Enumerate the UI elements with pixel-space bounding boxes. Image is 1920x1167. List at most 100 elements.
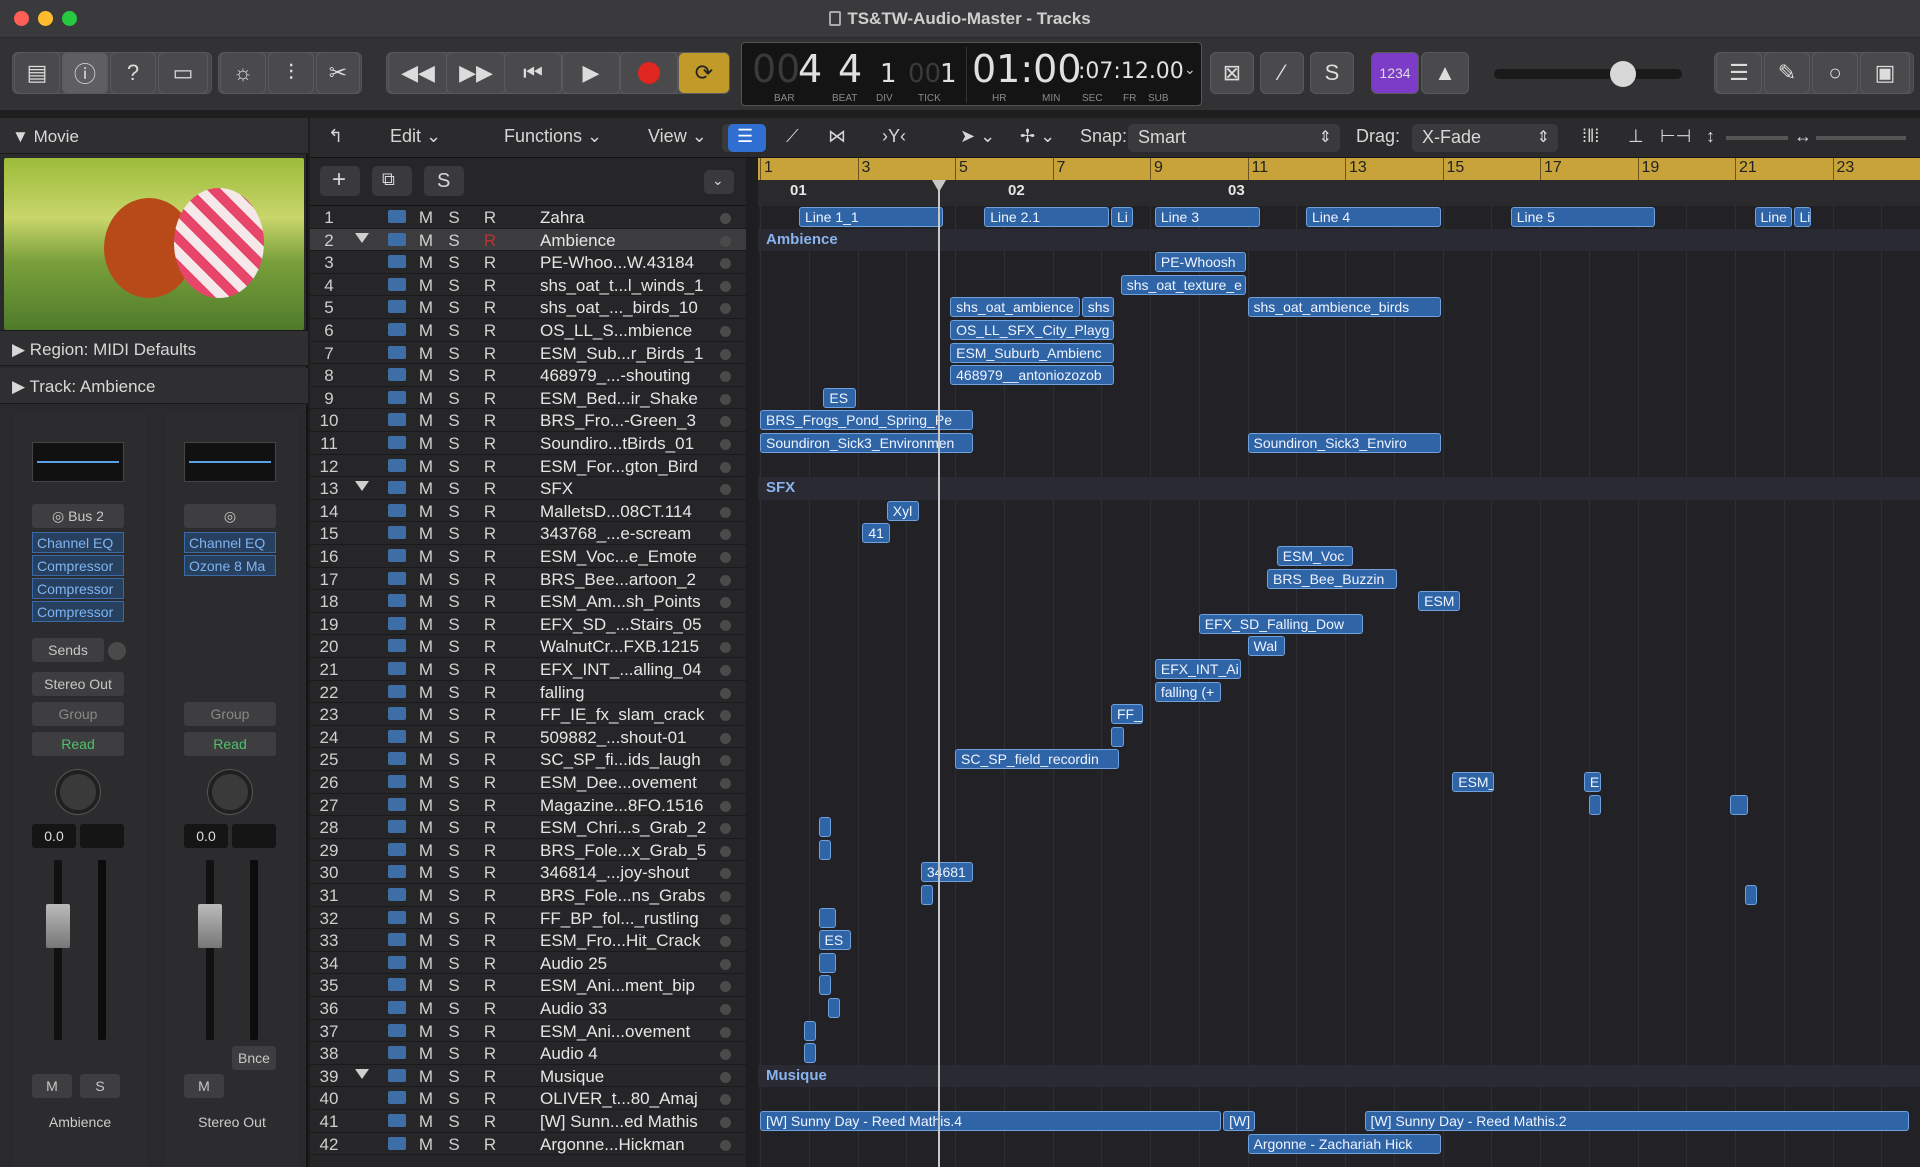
functions-menu[interactable]: Functions ⌄	[504, 126, 602, 147]
library-button[interactable]: ▤	[14, 52, 60, 94]
record-enable-button[interactable]: R	[480, 931, 500, 951]
track-on-off-button[interactable]	[720, 574, 731, 586]
track-on-off-button[interactable]	[720, 868, 731, 880]
region[interactable]: ES	[818, 930, 851, 951]
group-slot[interactable]: Group	[184, 702, 276, 726]
record-enable-button[interactable]: R	[480, 660, 500, 680]
region[interactable]	[828, 998, 841, 1018]
record-enable-button[interactable]: R	[480, 344, 500, 364]
region[interactable]	[818, 839, 831, 860]
region[interactable]: ESM	[1418, 591, 1460, 612]
mute-track-button[interactable]: M	[416, 592, 436, 612]
region[interactable]: Wal	[1247, 636, 1285, 657]
mute-button[interactable]: M	[32, 1074, 72, 1098]
solo-track-button[interactable]: S	[444, 886, 464, 906]
track-on-off-button[interactable]	[720, 1004, 731, 1015]
track-row[interactable]: 31 M S R BRS_Fole...ns_Grabs	[310, 884, 746, 907]
solo-track-button[interactable]: S	[444, 909, 464, 929]
record-enable-button[interactable]: R	[480, 976, 500, 996]
tuner-button[interactable]: ⁄	[1260, 52, 1304, 94]
solo-track-button[interactable]: S	[444, 1135, 464, 1155]
track-row[interactable]: 5 M S Rshs_oat_..._birds_10	[310, 296, 746, 319]
solo-track-button[interactable]: S	[444, 683, 464, 703]
region[interactable]	[1588, 794, 1602, 815]
region[interactable]: Line 1_1	[799, 207, 944, 227]
track-on-off-button[interactable]	[720, 484, 731, 496]
track-name[interactable]: shs_oat_..._birds_10	[540, 298, 728, 318]
track-row[interactable]: 10 M S R BRS_Fro...-Green_3	[310, 409, 746, 432]
horizontal-zoom-icon[interactable]: ↔	[1794, 126, 1812, 147]
mute-track-button[interactable]: M	[416, 615, 436, 635]
solo-track-button[interactable]: S	[444, 592, 464, 612]
solo-track-button[interactable]: S	[444, 999, 464, 1019]
record-enable-button[interactable]: R	[480, 818, 500, 838]
browsers-button[interactable]: ▣	[1860, 52, 1910, 94]
solo-track-button[interactable]: S	[444, 728, 464, 748]
solo-track-button[interactable]: S	[444, 1089, 464, 1109]
master-volume-knob[interactable]	[1610, 61, 1636, 87]
mute-track-button[interactable]: M	[416, 1022, 436, 1042]
track-row[interactable]: 16 M S R ESM_Voc...e_Emote	[310, 545, 746, 568]
snap-select[interactable]: Smart ⇕	[1128, 124, 1340, 152]
region[interactable]: [W]	[1223, 1111, 1256, 1131]
track-row[interactable]: 37 M S R ESM_Ani...ovement	[310, 1020, 746, 1043]
mute-track-button[interactable]: M	[416, 1044, 436, 1064]
track-name[interactable]: BRS_Fole...x_Grab_5	[540, 841, 728, 861]
volume-readout[interactable]: 0.0	[184, 824, 228, 848]
track-on-off-button[interactable]	[720, 981, 731, 993]
solo-track-button[interactable]: S	[444, 637, 464, 657]
record-enable-button[interactable]: R	[480, 389, 500, 409]
track-name[interactable]: Ambience	[540, 231, 728, 251]
record-enable-button[interactable]: R	[480, 411, 500, 431]
lcd-chevron-down-icon[interactable]: ⌄	[1184, 61, 1196, 78]
record-enable-button[interactable]: R	[480, 615, 500, 635]
solo-track-button[interactable]: S	[444, 276, 464, 296]
region[interactable]: 468979__antoniozozob	[950, 365, 1114, 386]
track-name[interactable]: Magazine...8FO.1516	[540, 796, 728, 816]
track-row[interactable]: 34 M S R Audio 25	[310, 952, 746, 975]
disclosure-down-icon[interactable]	[355, 232, 369, 243]
track-name[interactable]: ESM_Am...sh_Points	[540, 592, 728, 612]
solo-track-button[interactable]: S	[444, 434, 464, 454]
track-on-off-button[interactable]	[720, 665, 731, 676]
record-enable-button[interactable]: R	[480, 592, 500, 612]
track-row[interactable]: 33 M S R ESM_Fro...Hit_Crack	[310, 929, 746, 952]
mute-track-button[interactable]: M	[416, 750, 436, 770]
secondary-tool-icon[interactable]: ✢ ⌄	[1020, 126, 1055, 147]
mute-track-button[interactable]: M	[416, 344, 436, 364]
track-on-off-button[interactable]	[720, 1049, 731, 1061]
go-to-beginning-button[interactable]: ⏮	[504, 52, 562, 94]
record-enable-button[interactable]: R	[480, 457, 500, 477]
folder-track-row[interactable]: 2 M S R Ambience	[310, 228, 746, 252]
mute-track-button[interactable]: M	[416, 457, 436, 477]
record-enable-button[interactable]: R	[480, 841, 500, 861]
solo-track-button[interactable]: S	[444, 502, 464, 522]
solo-track-button[interactable]: S	[444, 750, 464, 770]
region[interactable]: shs_oat_ambience_birds	[1247, 297, 1441, 318]
vertical-zoom-slider[interactable]	[1726, 136, 1788, 140]
track-name[interactable]: ESM_Fro...Hit_Crack	[540, 931, 728, 951]
track-on-off-button[interactable]	[720, 1117, 731, 1128]
mute-track-button[interactable]: M	[416, 705, 436, 725]
mute-track-button[interactable]: M	[416, 366, 436, 386]
track-name[interactable]: WalnutCr...FXB.1215	[540, 637, 728, 657]
record-enable-button[interactable]: R	[480, 321, 500, 341]
track-on-off-button[interactable]	[720, 958, 731, 970]
region[interactable]	[818, 907, 836, 928]
mute-track-button[interactable]: M	[416, 683, 436, 703]
plugin-slot[interactable]: Channel EQ	[184, 532, 276, 553]
record-enable-button[interactable]: R	[480, 298, 500, 318]
track-name[interactable]: MalletsD...08CT.114	[540, 502, 728, 522]
mute-track-button[interactable]: M	[416, 818, 436, 838]
solo-track-button[interactable]: S	[444, 1112, 464, 1132]
region[interactable]: Xyl	[886, 500, 919, 521]
solo-track-button[interactable]: S	[444, 457, 464, 477]
track-on-off-button[interactable]	[720, 732, 731, 744]
list-editors-button[interactable]: ☰	[1716, 52, 1762, 94]
track-on-off-button[interactable]	[720, 393, 731, 405]
track-on-off-button[interactable]	[720, 845, 731, 857]
region[interactable]: Argonne - Zachariah Hick	[1247, 1133, 1441, 1154]
flex-icon[interactable]: ⋈	[828, 126, 846, 147]
track-name[interactable]: falling	[540, 683, 728, 703]
track-on-off-button[interactable]	[720, 280, 731, 292]
